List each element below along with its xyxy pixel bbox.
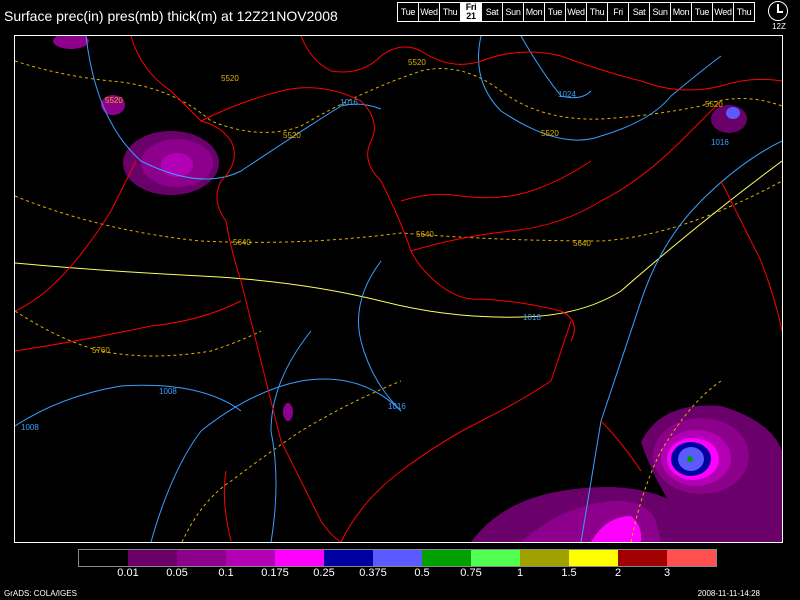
colorbar-swatch — [520, 550, 569, 566]
thickness-label: 5640 — [233, 238, 251, 247]
colorbar-swatch — [667, 550, 716, 566]
isobar-label: 1016 — [523, 313, 541, 322]
thickness-label: 5520 — [283, 131, 301, 140]
day-button[interactable]: Tue — [691, 2, 713, 22]
colorbar-label: 1 — [516, 567, 524, 579]
colorbar-label: 0.5 — [414, 567, 430, 579]
map-title: Surface prec(in) pres(mb) thick(m) at 12… — [4, 8, 338, 24]
colorbar-swatch — [324, 550, 373, 566]
colorbar-label: 0.1 — [218, 567, 234, 579]
thickness-label: 5520 — [221, 74, 239, 83]
colorbar-label: 3 — [663, 567, 671, 579]
day-button[interactable]: Sat — [628, 2, 650, 22]
thickness-label: 5520 — [541, 129, 559, 138]
credit-text: GrADS: COLA/IGES — [4, 589, 77, 598]
thickness-label: 5520 — [105, 96, 123, 105]
colorbar-swatch — [128, 550, 177, 566]
isobar-label: 1008 — [159, 387, 177, 396]
colorbar-swatch — [226, 550, 275, 566]
isobar-label: 1024 — [558, 90, 576, 99]
colorbar-swatch — [471, 550, 520, 566]
colorbar-swatch — [373, 550, 422, 566]
day-button[interactable]: Fri 21 — [460, 2, 482, 22]
colorbar-label: 0.25 — [313, 567, 335, 579]
day-button[interactable]: Wed — [418, 2, 440, 22]
thickness-5760-contour — [15, 160, 782, 318]
thickness-label: 5640 — [573, 239, 591, 248]
colorbar-label: 0.01 — [117, 567, 139, 579]
day-button[interactable]: Tue — [397, 2, 419, 22]
clock-icon — [768, 1, 788, 21]
day-button[interactable]: Wed — [712, 2, 734, 22]
thickness-label: 5520 — [705, 100, 723, 109]
thickness-label: 5520 — [408, 58, 426, 67]
day-button[interactable]: Sat — [481, 2, 503, 22]
colorbar-swatch — [275, 550, 324, 566]
clock-label: 12Z — [772, 22, 786, 31]
colorbar-label: 0.75 — [460, 567, 482, 579]
isobar-label: 1016 — [388, 402, 406, 411]
colorbar-label: 0.05 — [166, 567, 188, 579]
weather-map: 1016 1024 1016 1016 1016 1008 1008 5520 … — [14, 35, 783, 543]
day-button[interactable]: Sun — [502, 2, 524, 22]
day-button[interactable]: Sun — [649, 2, 671, 22]
day-selector[interactable]: Tue Wed Thu Fri 21 Sat Sun Mon Tue Wed Thu Fri Sat S… — [397, 2, 755, 22]
isobar-label: 1016 — [340, 98, 358, 107]
colorbar-label: 0.175 — [261, 567, 289, 579]
thickness-label: 5640 — [416, 230, 434, 239]
colorbar-label: 1.5 — [561, 567, 577, 579]
thickness-label: 5760 — [92, 346, 110, 355]
colorbar-labels: 0.01 0.05 0.1 0.175 0.25 0.375 0.5 0.75 1 1.5 2 3 — [0, 567, 800, 581]
colorbar-swatch — [422, 550, 471, 566]
day-button[interactable]: Fri — [607, 2, 629, 22]
day-button[interactable]: Wed — [565, 2, 587, 22]
day-button[interactable]: Mon — [523, 2, 545, 22]
precip-colorbar — [78, 549, 717, 567]
colorbar-swatch — [569, 550, 618, 566]
precipitation-shading — [53, 36, 782, 542]
colorbar-swatch — [618, 550, 667, 566]
colorbar-swatch — [177, 550, 226, 566]
isobar-label: 1016 — [711, 138, 729, 147]
isobar-label: 1008 — [21, 423, 39, 432]
colorbar-label: 2 — [614, 567, 622, 579]
day-button[interactable]: Mon — [670, 2, 692, 22]
map-canvas: 1016 1024 1016 1016 1016 1008 1008 5520 … — [15, 36, 782, 542]
day-button[interactable]: Tue — [544, 2, 566, 22]
day-button[interactable]: Thu — [439, 2, 461, 22]
timestamp-text: 2008-11-11-14:28 — [697, 589, 760, 598]
day-button[interactable]: Thu — [733, 2, 755, 22]
day-button[interactable]: Thu — [586, 2, 608, 22]
colorbar-label: 0.375 — [359, 567, 387, 579]
colorbar-swatch — [79, 550, 128, 566]
